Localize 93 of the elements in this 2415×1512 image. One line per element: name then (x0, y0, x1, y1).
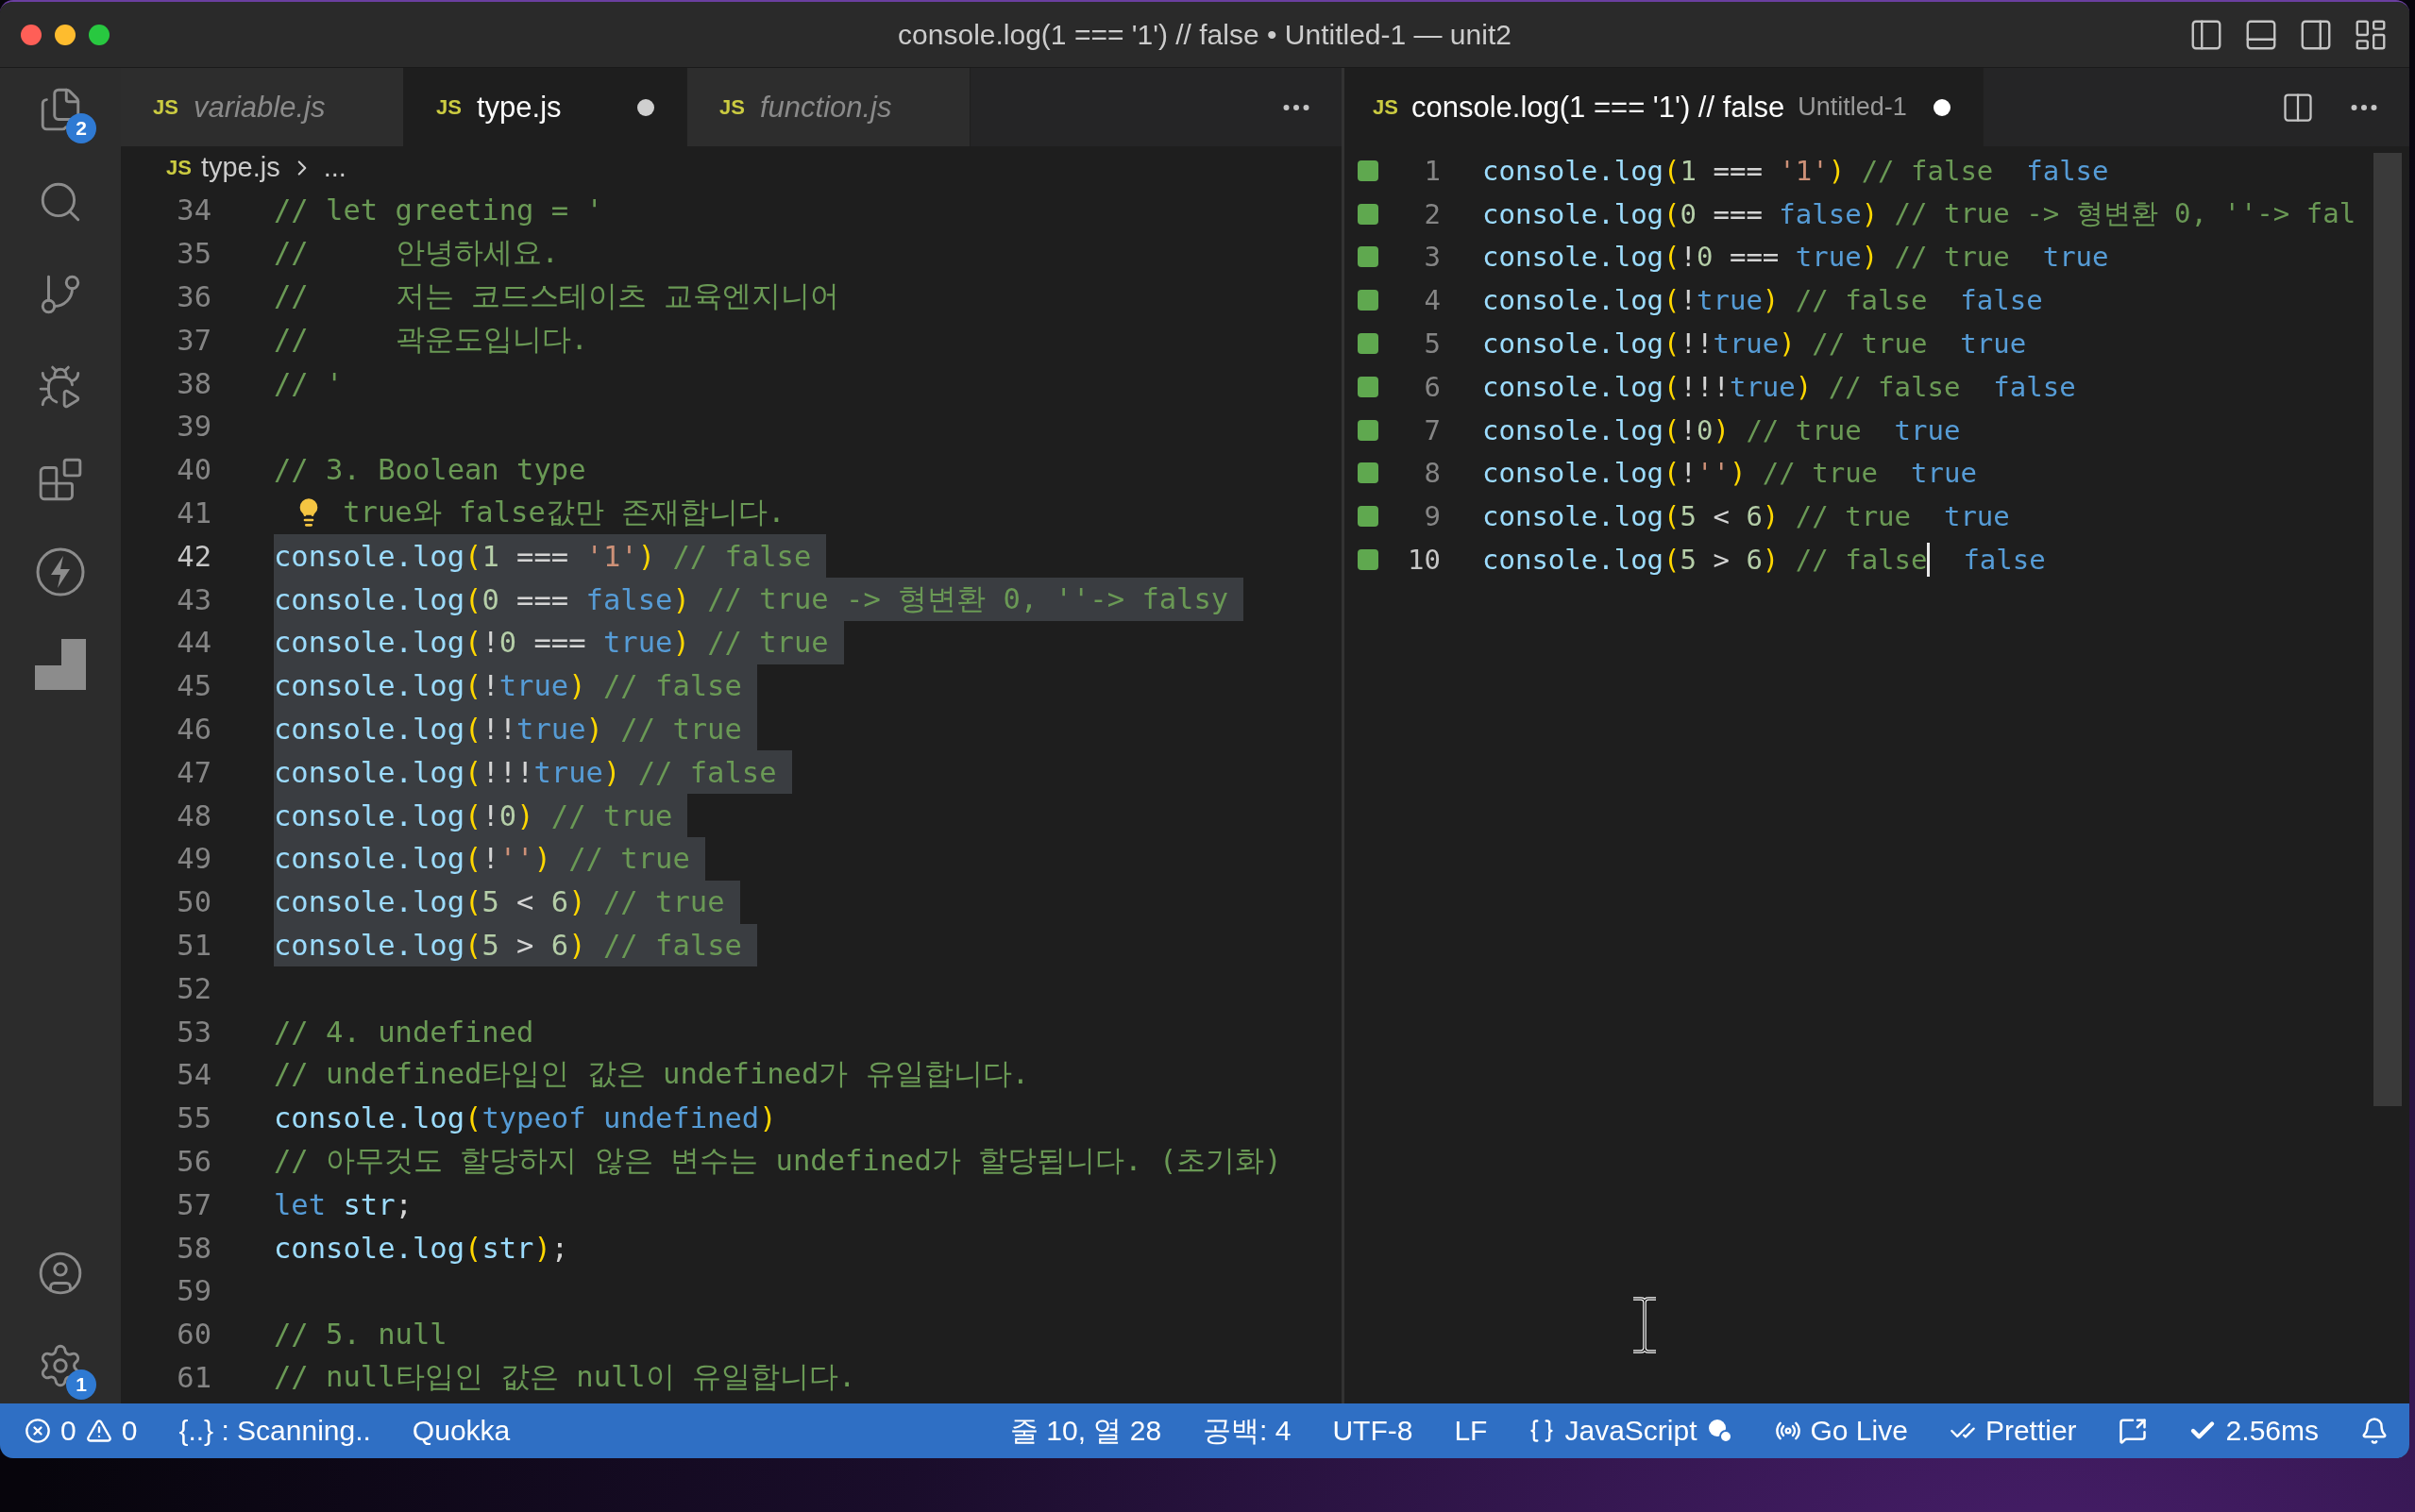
error-icon (25, 1418, 51, 1444)
zoom-button[interactable] (89, 24, 110, 45)
line-number: 42 (176, 539, 211, 573)
code-line: // 안녕하세요. (274, 235, 560, 272)
code-line: console.log(0 === false) // true -> 형변환 0, ''-> fal (1482, 195, 2357, 232)
line-number: 53 (176, 1015, 211, 1049)
code-line: console.log(typeof undefined) (274, 1100, 778, 1137)
line-number: 50 (176, 885, 211, 919)
file-type-label: JS (166, 155, 192, 180)
code-line: // null타입인 값은 null이 유일합니다. (274, 1358, 857, 1395)
timing-status[interactable]: 2.56ms (2187, 1415, 2319, 1447)
line-number: 7 (1423, 413, 1441, 446)
editor-tab[interactable]: JS function.js (687, 68, 971, 146)
status-item[interactable]: 공백: 4 (1203, 1411, 1292, 1451)
line-number: 44 (176, 626, 211, 660)
go-live-status[interactable]: Go Live (1774, 1415, 1908, 1447)
line-number: 35 (176, 237, 211, 271)
bubble-icon (1706, 1418, 1733, 1444)
code-line: // 3. Boolean type (274, 452, 587, 489)
status-item[interactable]: 줄 10, 열 28 (1010, 1411, 1162, 1451)
line-number: 47 (176, 755, 211, 789)
line-number: 37 (176, 323, 211, 357)
code-line: console.log(!!!true) // false false (1482, 369, 2077, 405)
line-number: 6 (1423, 370, 1441, 403)
code-line: let str; (274, 1186, 414, 1223)
line-number: 9 (1423, 500, 1441, 533)
code-line: console.log(!true) // false false (1482, 283, 2044, 319)
line-number: 61 (176, 1360, 211, 1394)
line-number: 45 (176, 669, 211, 703)
status-item[interactable]: Quokka (412, 1415, 511, 1447)
line-number: 58 (176, 1231, 211, 1265)
line-number: 41 (176, 496, 211, 529)
code-line: // 5. null (274, 1317, 448, 1353)
line-number: 57 (176, 1187, 211, 1221)
close-button[interactable] (21, 24, 42, 45)
bell-icon[interactable] (2360, 1417, 2389, 1445)
prettier-status[interactable]: Prettier (1949, 1415, 2077, 1447)
line-number: 56 (176, 1144, 211, 1178)
code-line: console.log(str); (274, 1230, 570, 1267)
code-line: console.log(5 < 6) // true true (1482, 499, 2011, 535)
code-line: console.log(5 > 6) // false false (1482, 542, 2047, 580)
language-status[interactable]: JavaScript (1528, 1415, 1733, 1447)
code-line: console.log(!'') // true true (1482, 456, 1978, 492)
code-line: // ' (274, 365, 345, 402)
code-line: console.log(!!true) // true true (1482, 327, 2028, 362)
line-number: 59 (176, 1274, 211, 1308)
line-number: 36 (176, 280, 211, 313)
line-number: 51 (176, 928, 211, 962)
editor-tab[interactable]: JS variable.js (121, 68, 404, 146)
code-line: // 아무것도 할당하지 않은 변수는 undefined가 할당됩니다. (초기화) (274, 1142, 1283, 1179)
code-line: // let greeting = ' (274, 193, 604, 229)
status-item[interactable]: {..} : Scanning.. (178, 1415, 371, 1447)
code-line: // 곽운도입니다. (274, 321, 589, 358)
line-number: 48 (176, 798, 211, 832)
line-number: 4 (1423, 284, 1441, 317)
code-line: // undefined타입인 값은 undefined가 유일합니다. (274, 1056, 1031, 1093)
line-number: 49 (176, 842, 211, 876)
status-item[interactable]: UTF-8 (1332, 1415, 1413, 1447)
line-number: 43 (176, 582, 211, 616)
line-number: 34 (176, 193, 211, 227)
code-line: // 저는 코드스테이츠 교육엔지니어 (274, 278, 841, 314)
notification-badge: 2 (66, 113, 96, 143)
problems-status[interactable]: 0 0 (25, 1415, 138, 1447)
code-line: true와 false값만 존재합니다. (274, 491, 801, 535)
line-number: 55 (176, 1101, 211, 1135)
minimize-button[interactable] (55, 24, 76, 45)
breadcrumb-item[interactable]: ... (323, 152, 346, 183)
line-number: 60 (176, 1318, 211, 1352)
line-number: 8 (1423, 457, 1441, 490)
status-item[interactable]: LF (1454, 1415, 1488, 1447)
scrollbar[interactable] (2373, 153, 2402, 1106)
line-number: 46 (176, 712, 211, 746)
code-line: // 4. undefined (274, 1014, 535, 1050)
line-number: 40 (176, 453, 211, 487)
line-number: 5 (1423, 328, 1441, 361)
feedback-icon[interactable] (2118, 1417, 2147, 1445)
line-number: 1 (1423, 154, 1441, 187)
line-number: 54 (176, 1058, 211, 1092)
line-number: 52 (176, 971, 211, 1005)
code-line: console.log(!0 === true) // true true (1482, 240, 2110, 276)
breadcrumb-item[interactable]: type.js (200, 152, 280, 183)
window-title: console.log(1 === '1') // false • Untitled-1 — unit2 (897, 18, 1512, 51)
editor-tab[interactable]: JS console.log(1 === '1') // false Untitled-1 (1344, 68, 1984, 146)
code-line: console.log(1 === '1') // false false (1482, 153, 2110, 189)
code-line: console.log(!0) // true true (1482, 412, 1962, 448)
line-number: 2 (1423, 197, 1441, 230)
line-number: 39 (176, 410, 211, 444)
line-number: 10 (1407, 544, 1441, 577)
line-number: 3 (1423, 241, 1441, 274)
editor-tab[interactable]: JS type.js (404, 68, 687, 146)
notification-badge: 1 (66, 1369, 96, 1400)
line-number: 38 (176, 366, 211, 400)
warning-icon (85, 1418, 112, 1444)
